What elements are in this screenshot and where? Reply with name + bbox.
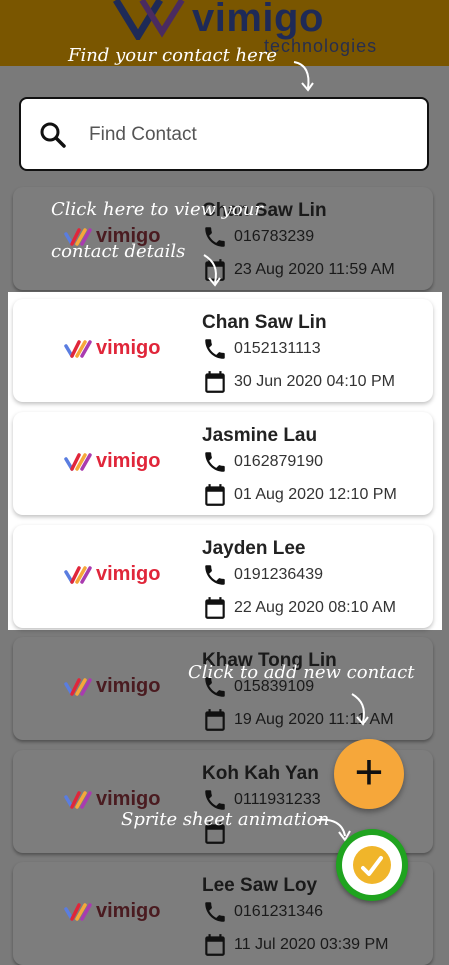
- contact-date: 30 Jun 2020 04:10 PM: [234, 373, 396, 390]
- sprite-animation[interactable]: [336, 829, 408, 901]
- vimigo-v-icon: [113, 0, 185, 40]
- contact-date-row: 01 Aug 2020 12:10 PM: [202, 482, 397, 508]
- contact-name: Koh Kah Yan: [202, 763, 319, 784]
- search-input[interactable]: [87, 117, 411, 153]
- tip-add-contact: Click to add new contact: [188, 662, 415, 683]
- contact-phone-row: 0162879190: [202, 449, 323, 475]
- contact-date-row: 30 Jun 2020 04:10 PM: [202, 369, 395, 395]
- tip-sprite-animation: Sprite sheet animation: [121, 809, 330, 830]
- card-logo-text: vimigo: [96, 900, 161, 922]
- contact-name: Jasmine Lau: [202, 425, 318, 446]
- contact-phone: 0162879190: [234, 453, 323, 470]
- coin-hand-icon: [361, 856, 383, 876]
- vimigo-mark-icon: [64, 339, 92, 358]
- logo-word: vimigo: [192, 0, 324, 40]
- logo-subtitle: technologies: [264, 36, 378, 56]
- card-logo: vimigo: [63, 675, 160, 698]
- card-logo-text: vimigo: [96, 675, 161, 697]
- contact-name: Chan Saw Lin: [202, 312, 327, 333]
- card-logo: vimigo: [63, 450, 160, 473]
- contact-date-row: 22 Aug 2020 08:10 AM: [202, 595, 396, 621]
- card-logo-text: vimigo: [96, 450, 161, 472]
- contact-date: 11 Jul 2020 03:39 PM: [234, 936, 389, 953]
- contact-date: 22 Aug 2020 08:10 AM: [234, 599, 396, 616]
- tip-view-details: Click here to view your: [51, 199, 263, 220]
- sprite-coin-icon: [353, 846, 391, 884]
- contact-card[interactable]: vimigo Jayden Lee 0191236439 22 Aug 2020 08…: [13, 525, 433, 628]
- calendar-icon: [205, 597, 225, 619]
- contact-name: Jayden Lee: [202, 538, 306, 559]
- vimigo-mark-icon: [64, 790, 92, 809]
- phone-icon: [205, 902, 225, 922]
- vimigo-mark-icon: [64, 452, 92, 471]
- contact-date: 23 Aug 2020 11:59 AM: [234, 261, 395, 278]
- arrow-icon: [351, 693, 369, 726]
- calendar-icon: [205, 934, 225, 956]
- calendar-icon: [205, 709, 225, 731]
- sprite-ring: [342, 835, 402, 895]
- vimigo-mark-icon: [64, 565, 92, 584]
- contact-phone-row: 0161231346: [202, 899, 323, 925]
- card-logo: vimigo: [63, 563, 160, 586]
- tip-view-details-2: contact details: [51, 241, 186, 262]
- contact-card[interactable]: vimigo Jasmine Lau 0162879190 01 Aug 2020 1…: [13, 412, 433, 515]
- phone-icon: [205, 565, 225, 585]
- tip-find-contact: Find your contact here: [68, 45, 278, 66]
- calendar-icon: [205, 371, 225, 393]
- phone-icon: [205, 227, 225, 247]
- calendar-icon: [205, 484, 225, 506]
- contact-phone-row: 0152131113: [202, 336, 321, 362]
- contact-phone-row: 016783239: [202, 224, 314, 250]
- contact-date: 01 Aug 2020 12:10 PM: [234, 486, 397, 503]
- plus-icon: +: [354, 744, 384, 800]
- search-bar[interactable]: [19, 97, 429, 171]
- phone-icon: [205, 339, 225, 359]
- card-logo-text: vimigo: [96, 337, 161, 359]
- contact-phone: 0152131113: [234, 340, 321, 357]
- contact-date-row: 11 Jul 2020 03:39 PM: [202, 932, 388, 958]
- arrow-icon: [203, 254, 221, 287]
- contact-card[interactable]: vimigo Chan Saw Lin 0152131113 30 Jun 2020 …: [13, 299, 433, 402]
- contact-phone: 0161231346: [234, 903, 323, 920]
- vimigo-mark-icon: [64, 902, 92, 921]
- contact-name: Lee Saw Loy: [202, 875, 318, 896]
- arrow-icon: [293, 61, 314, 92]
- search-icon: [40, 122, 66, 148]
- card-logo-text: vimigo: [96, 563, 161, 585]
- card-logo: vimigo: [63, 337, 160, 360]
- contact-phone-row: 0191236439: [202, 562, 323, 588]
- add-contact-button[interactable]: +: [334, 739, 404, 809]
- contact-date-row: 23 Aug 2020 11:59 AM: [202, 257, 395, 283]
- phone-icon: [205, 452, 225, 472]
- contact-phone: 016783239: [234, 228, 315, 245]
- card-logo: vimigo: [63, 900, 160, 923]
- contact-phone: 0191236439: [234, 566, 323, 583]
- vimigo-mark-icon: [64, 677, 92, 696]
